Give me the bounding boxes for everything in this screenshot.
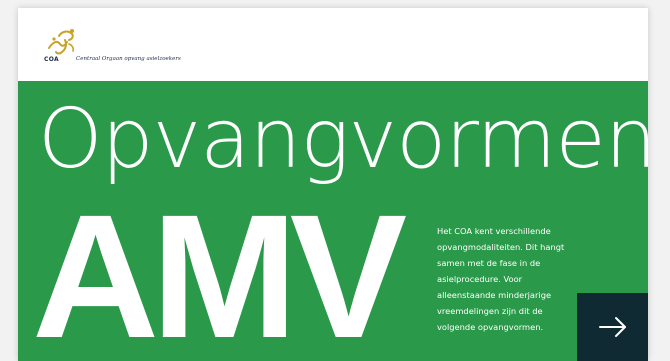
logo-full-name: Centraal Orgaan opvang asielzoekers	[76, 56, 181, 62]
coa-logo-icon	[48, 29, 75, 55]
page: COA Centraal Orgaan opvang asielzoekers …	[18, 8, 648, 361]
hero-big-label: AMV	[32, 179, 407, 361]
arrow-right-icon	[598, 317, 626, 337]
header: COA Centraal Orgaan opvang asielzoekers	[18, 8, 648, 81]
logo-abbreviation: COA	[44, 56, 59, 63]
next-button[interactable]	[577, 293, 648, 361]
hero-title: Opvangvormen	[38, 92, 648, 187]
hero-description: Het COA kent verschillende opvangmodalit…	[437, 226, 565, 332]
hero-banner: Opvangvormen AMV Het COA kent verschille…	[18, 81, 648, 361]
